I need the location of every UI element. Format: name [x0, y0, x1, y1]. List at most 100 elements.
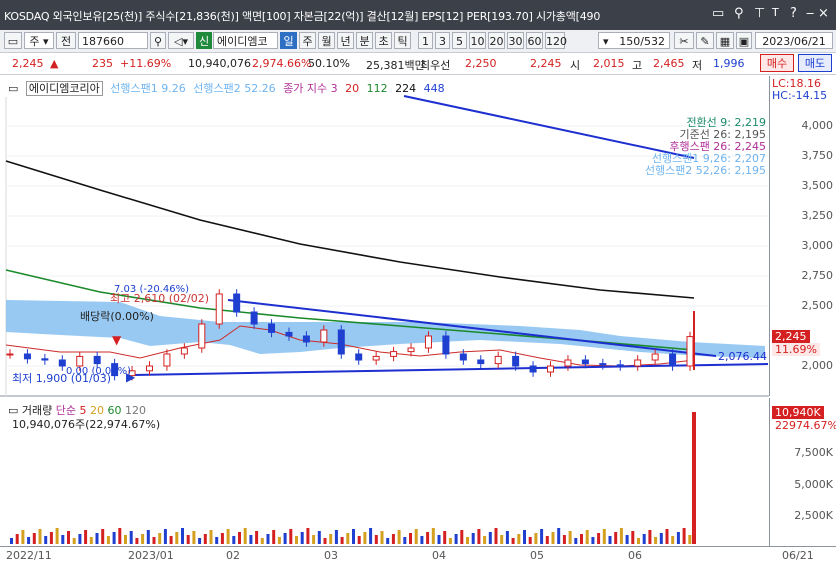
volume-bar — [124, 535, 127, 544]
volume-bar — [511, 538, 515, 544]
legend-toggle-icon[interactable]: ▭ — [8, 82, 18, 95]
candle-body — [634, 359, 642, 367]
volume-bar — [198, 538, 202, 544]
trendline-value: 2,076.44 — [718, 350, 767, 363]
leading-span2: 선행스팬2 52,26: 2,195 — [644, 164, 766, 177]
x-tick: 2023/01 — [128, 549, 174, 562]
legend-ma20: 20 — [345, 82, 360, 95]
volume-bar — [84, 530, 88, 544]
time-axis: 2022/11 2023/01 02 03 04 05 06 06/21 — [0, 546, 836, 567]
candle-body — [477, 359, 485, 365]
volume-bar — [300, 532, 304, 544]
volume-bar — [27, 537, 31, 544]
volume-bar — [426, 532, 430, 544]
x-tick: 04 — [432, 549, 446, 562]
candle-body — [372, 355, 380, 361]
volume-bar — [215, 537, 219, 544]
volume-bar — [460, 530, 464, 544]
volume-bar — [266, 534, 270, 544]
volume-bar — [118, 528, 122, 544]
volume-bar — [568, 531, 572, 544]
price-tick: 4,000 — [801, 119, 834, 132]
volume-bar — [488, 532, 492, 544]
volume-bar — [608, 536, 612, 544]
volume-bar — [483, 536, 487, 544]
volume-bar — [21, 530, 25, 544]
candle-body — [285, 331, 293, 337]
last-price-badge: 2,245 — [772, 330, 810, 343]
legend-span2: 선행스팬2 52.26 — [193, 82, 276, 95]
candle-body — [669, 353, 677, 367]
volume-bar — [272, 530, 276, 544]
price-tick: 2,000 — [801, 359, 834, 372]
volume-bar — [352, 529, 355, 544]
price-tick: 2,750 — [801, 269, 834, 282]
volume-bar — [141, 534, 145, 544]
volume-bar — [369, 528, 373, 544]
volume-bar — [220, 533, 224, 544]
volume-bar — [676, 532, 680, 544]
volume-bar — [329, 534, 333, 544]
candle-body — [529, 365, 537, 373]
candle-body — [320, 329, 328, 343]
volume-bar — [505, 531, 509, 544]
x-tick: 02 — [226, 549, 240, 562]
volume-bar — [346, 533, 350, 544]
volume-bar — [363, 532, 367, 544]
volume-bar — [209, 530, 213, 544]
price-tick: 3,000 — [801, 239, 834, 252]
volume-bar — [682, 528, 686, 544]
candle-body — [547, 365, 555, 373]
last-pct-badge: 11.69% — [772, 343, 820, 356]
candle-body — [494, 355, 502, 365]
volume-bar — [38, 529, 42, 544]
last-volume-badge: 10,940K — [772, 406, 824, 419]
volume-bar — [283, 533, 287, 544]
candle-body — [564, 359, 572, 367]
volume-bar — [260, 538, 264, 544]
chart-legend: ▭ 에이디엠코리아 선행스팬1 9.26 선행스팬2 52.26 종가 지수 3… — [8, 80, 449, 96]
volume-bar — [112, 532, 116, 544]
volume-bar — [466, 537, 469, 544]
candle-body — [180, 347, 188, 355]
volume-bar — [175, 532, 179, 544]
volume-bar — [163, 529, 167, 544]
legend-ma112: 112 — [366, 82, 388, 95]
volume-bar — [659, 533, 663, 544]
volume-bar — [471, 533, 475, 544]
candle-body — [41, 358, 49, 361]
volume-bar — [380, 531, 384, 544]
volume-bar — [551, 532, 555, 544]
candle-body — [302, 335, 310, 343]
x-tick: 03 — [324, 549, 338, 562]
volume-bar — [597, 533, 601, 544]
candle-body — [93, 355, 101, 365]
volume-bar — [306, 528, 310, 544]
volume-bar — [523, 530, 526, 544]
volume-bar — [494, 528, 498, 544]
candle-body — [233, 293, 241, 313]
volume-bar — [192, 531, 196, 544]
volume-bar — [72, 538, 76, 544]
volume-bar — [648, 530, 652, 544]
volume-bar — [528, 537, 532, 544]
candle-body — [268, 323, 276, 333]
volume-bar — [397, 530, 401, 544]
volume-tick: 2,500K — [794, 509, 833, 522]
candle-body — [163, 353, 171, 367]
volume-bar — [101, 529, 105, 544]
volume-bar — [357, 536, 361, 544]
volume-bar — [317, 531, 321, 544]
candle-body — [6, 353, 14, 356]
volume-bar — [295, 536, 298, 544]
candle-body — [390, 351, 398, 357]
price-tick: 3,500 — [801, 179, 834, 192]
candle-body — [23, 353, 31, 360]
volume-bar — [688, 535, 692, 544]
candle-body — [76, 355, 84, 367]
candle-body — [58, 359, 66, 367]
volume-bar — [403, 537, 407, 544]
volume-bar — [591, 537, 595, 544]
legend-stock-name[interactable]: 에이디엠코리아 — [25, 81, 103, 96]
volume-bar — [448, 538, 452, 544]
